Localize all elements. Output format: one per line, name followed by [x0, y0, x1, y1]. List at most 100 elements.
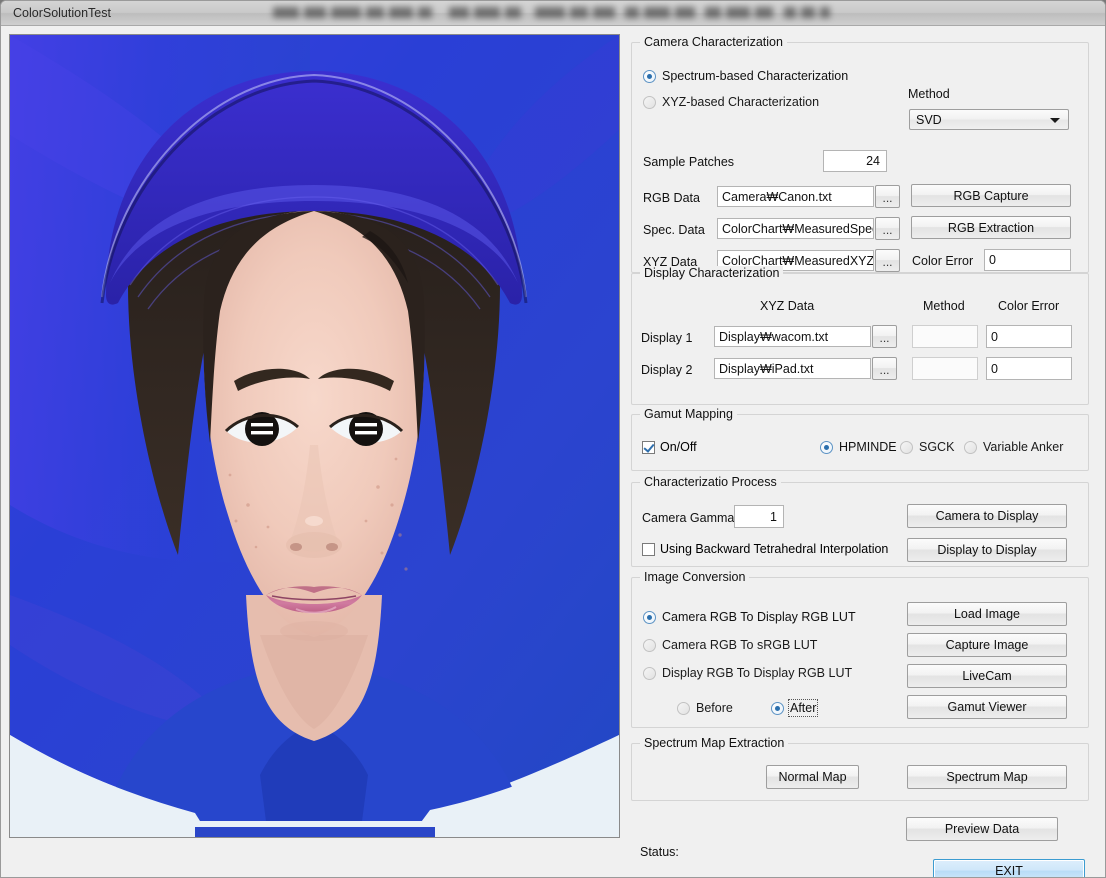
spec-data-input[interactable]: ColorChart₩MeasuredSpec2 — [717, 218, 874, 239]
display-characterization-legend: Display Characterization — [640, 266, 784, 280]
image-conversion-group: Image Conversion Camera RGB To Display R… — [631, 570, 1089, 728]
camera-characterization-legend: Camera Characterization — [640, 35, 787, 49]
xyz-data-browse-button[interactable]: ... — [875, 249, 900, 272]
image-preview-panel[interactable] — [9, 34, 620, 838]
checkbox-icon — [642, 440, 655, 454]
col-header-color-error: Color Error — [998, 299, 1060, 313]
checkbox-icon — [642, 542, 655, 556]
sample-patches-input[interactable]: 24 — [823, 150, 887, 172]
client-area: Camera Characterization Spectrum-based C… — [1, 26, 1105, 878]
radio-label: Display RGB To Display RGB LUT — [662, 666, 853, 680]
rgb-data-label: RGB Data — [643, 191, 700, 205]
method-select[interactable]: SVD — [909, 109, 1069, 130]
radio-display-rgb-to-display-rgb-lut[interactable]: Display RGB To Display RGB LUT — [643, 666, 852, 680]
radio-dot-icon — [900, 440, 913, 454]
rgb-data-browse-button[interactable]: ... — [875, 185, 900, 208]
browse-label: ... — [882, 223, 893, 237]
display-1-method-input[interactable] — [912, 325, 978, 348]
face-photo — [10, 35, 619, 837]
rgb-extraction-label: RGB Extraction — [947, 220, 1035, 235]
exit-label: EXIT — [995, 864, 1023, 878]
radio-label: Spectrum-based Characterization — [662, 69, 849, 83]
characterization-process-group: Characterizatio Process Camera Gamma 1 U… — [631, 475, 1089, 567]
rgb-extraction-button[interactable]: RGB Extraction — [911, 216, 1071, 239]
radio-after[interactable]: After — [771, 699, 819, 717]
status-label: Status: — [640, 845, 679, 859]
gamut-mapping-onoff-label: On/Off — [660, 440, 697, 454]
radio-camera-rgb-to-srgb-lut[interactable]: Camera RGB To sRGB LUT — [643, 638, 817, 652]
rgb-capture-button[interactable]: RGB Capture — [911, 184, 1071, 207]
load-image-label: Load Image — [953, 607, 1021, 621]
radio-dot-icon — [677, 701, 690, 715]
display-2-xyz-value: Display₩iPad.txt — [719, 361, 814, 376]
display-2-xyz-input[interactable]: Display₩iPad.txt — [714, 358, 871, 379]
radio-label: XYZ-based Characterization — [662, 95, 820, 109]
characterization-process-legend: Characterizatio Process — [640, 475, 781, 489]
display-1-xyz-input[interactable]: Display₩wacom.txt — [714, 326, 871, 347]
display-to-display-button[interactable]: Display to Display — [907, 538, 1067, 562]
image-conversion-legend: Image Conversion — [640, 570, 750, 584]
browse-label: ... — [879, 331, 890, 345]
spectrum-map-button[interactable]: Spectrum Map — [907, 765, 1067, 789]
livecam-button[interactable]: LiveCam — [907, 664, 1067, 688]
display-1-color-error-input[interactable]: 0 — [986, 325, 1072, 348]
browse-label: ... — [882, 255, 893, 269]
camera-to-display-label: Camera to Display — [935, 509, 1039, 523]
method-selected-value: SVD — [916, 112, 942, 127]
spec-data-value: ColorChart₩MeasuredSpec2 — [722, 221, 874, 236]
normal-map-label: Normal Map — [778, 770, 847, 784]
browse-label: ... — [879, 363, 890, 377]
livecam-label: LiveCam — [962, 669, 1012, 683]
camera-gamma-input[interactable]: 1 — [734, 505, 784, 528]
rgb-data-input[interactable]: Camera₩Canon.txt — [717, 186, 874, 207]
radio-label: HPMINDE — [839, 440, 897, 454]
rgb-capture-label: RGB Capture — [953, 188, 1029, 203]
radio-camera-rgb-to-display-rgb-lut[interactable]: Camera RGB To Display RGB LUT — [643, 610, 856, 624]
rgb-data-value: Camera₩Canon.txt — [722, 189, 832, 204]
display-2-method-input[interactable] — [912, 357, 978, 380]
application-window: ColorSolutionTest Camera Characterizatio… — [0, 0, 1106, 878]
display-2-browse-button[interactable]: ... — [872, 357, 897, 380]
radio-dot-icon — [643, 95, 656, 109]
gamut-mapping-group: Gamut Mapping On/Off HPMINDE SGCK Variab… — [631, 407, 1089, 471]
radio-sgck[interactable]: SGCK — [900, 440, 954, 454]
display-1-browse-button[interactable]: ... — [872, 325, 897, 348]
radio-dot-icon — [643, 69, 656, 83]
capture-image-label: Capture Image — [945, 638, 1029, 652]
gamut-viewer-label: Gamut Viewer — [947, 700, 1027, 714]
radio-before[interactable]: Before — [677, 701, 733, 715]
normal-map-button[interactable]: Normal Map — [766, 765, 859, 789]
backward-tetrahedral-interpolation-checkbox[interactable]: Using Backward Tetrahedral Interpolation — [642, 542, 888, 556]
radio-spectrum-based-characterization[interactable]: Spectrum-based Characterization — [643, 69, 848, 83]
browse-label: ... — [882, 191, 893, 205]
radio-variable-anker[interactable]: Variable Anker — [964, 440, 1063, 454]
gamut-mapping-legend: Gamut Mapping — [640, 407, 737, 421]
capture-image-button[interactable]: Capture Image — [907, 633, 1067, 657]
exit-button[interactable]: EXIT — [933, 859, 1085, 878]
radio-dot-icon — [964, 440, 977, 454]
title-bar: ColorSolutionTest — [1, 1, 1105, 26]
camera-to-display-button[interactable]: Camera to Display — [907, 504, 1067, 528]
camera-gamma-label: Camera Gamma — [642, 511, 735, 525]
spec-data-browse-button[interactable]: ... — [875, 217, 900, 240]
radio-label: Variable Anker — [983, 440, 1064, 454]
radio-dot-icon — [771, 701, 784, 715]
load-image-button[interactable]: Load Image — [907, 602, 1067, 626]
camera-characterization-group: Camera Characterization Spectrum-based C… — [631, 35, 1089, 273]
gamut-viewer-button[interactable]: Gamut Viewer — [907, 695, 1067, 719]
radio-xyz-based-characterization[interactable]: XYZ-based Characterization — [643, 95, 819, 109]
col-header-method: Method — [923, 299, 965, 313]
display-2-color-error-input[interactable]: 0 — [986, 357, 1072, 380]
camera-color-error-value: 0 — [989, 253, 996, 267]
camera-color-error-input[interactable]: 0 — [984, 249, 1071, 271]
camera-color-error-label: Color Error — [912, 254, 974, 268]
camera-gamma-value: 1 — [770, 509, 777, 524]
gamut-mapping-onoff-checkbox[interactable]: On/Off — [642, 440, 697, 454]
display-2-color-error-value: 0 — [991, 361, 998, 376]
window-title: ColorSolutionTest — [13, 6, 111, 20]
preview-data-button[interactable]: Preview Data — [906, 817, 1058, 841]
display-1-label: Display 1 — [641, 331, 693, 345]
radio-dot-icon — [643, 666, 656, 680]
radio-hpminde[interactable]: HPMINDE — [820, 440, 897, 454]
backward-tetrahedral-interpolation-label: Using Backward Tetrahedral Interpolation — [660, 542, 889, 556]
